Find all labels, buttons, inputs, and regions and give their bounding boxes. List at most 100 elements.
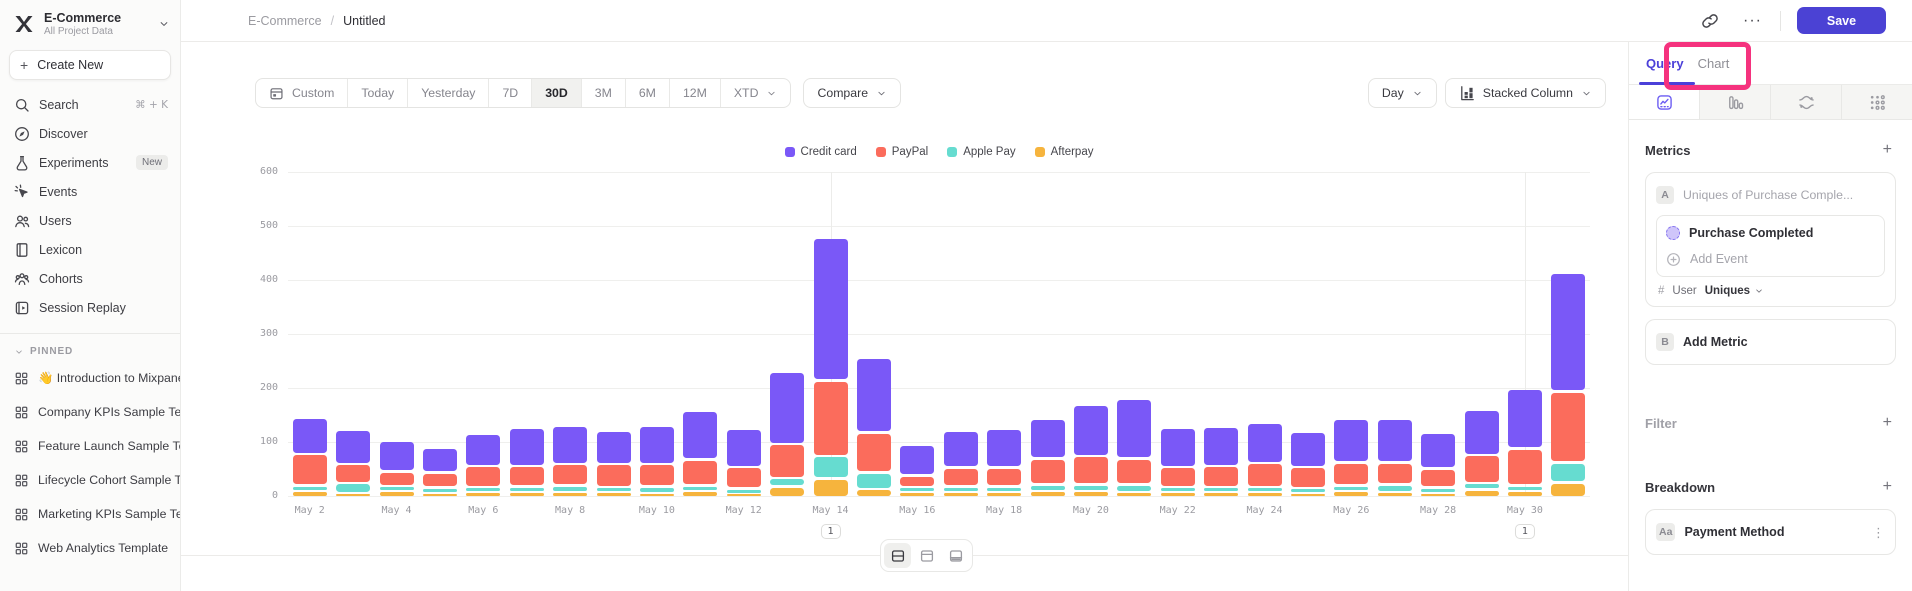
bar-segment-credit-card[interactable] (423, 449, 457, 471)
sidebar-item-users[interactable]: Users (0, 206, 180, 235)
range-30d[interactable]: 30D (531, 79, 581, 107)
bar-segment-apple-pay[interactable] (814, 457, 848, 477)
bar-segment-apple-pay[interactable] (944, 488, 978, 491)
add-metric-card[interactable]: B Add Metric (1645, 319, 1896, 365)
legend-item-afterpay[interactable]: Afterpay (1035, 146, 1094, 158)
bar-segment-apple-pay[interactable] (510, 488, 544, 491)
annotation-badge[interactable]: 1 (1515, 524, 1535, 539)
bar-segment-afterpay[interactable] (727, 494, 761, 497)
bar-segment-afterpay[interactable] (1508, 492, 1542, 496)
bar-segment-paypal[interactable] (987, 469, 1021, 485)
copy-link-icon[interactable] (1701, 12, 1719, 30)
bar-segment-paypal[interactable] (510, 467, 544, 485)
bar-segment-apple-pay[interactable] (857, 474, 891, 488)
bar-segment-afterpay[interactable] (683, 492, 717, 496)
bar-segment-credit-card[interactable] (1248, 424, 1282, 462)
range-custom[interactable]: Custom (256, 79, 347, 107)
bar-segment-apple-pay[interactable] (1508, 487, 1542, 490)
bar-segment-paypal[interactable] (1248, 464, 1282, 486)
create-new-button[interactable]: + Create New (9, 50, 171, 80)
bar-segment-paypal[interactable] (640, 465, 674, 485)
bar-segment-afterpay[interactable] (597, 493, 631, 496)
layout-bottom-button[interactable] (942, 543, 969, 568)
bar-segment-afterpay[interactable] (1204, 493, 1238, 496)
pinned-item[interactable]: Feature Launch Sample Templa (0, 429, 180, 463)
add-metric-plus-button[interactable]: + (1879, 140, 1896, 160)
bar-segment-apple-pay[interactable] (293, 487, 327, 490)
sidebar-item-cohorts[interactable]: Cohorts (0, 264, 180, 293)
range-6m[interactable]: 6M (625, 79, 669, 107)
bar-segment-credit-card[interactable] (1421, 434, 1455, 468)
bar-segment-credit-card[interactable] (987, 430, 1021, 466)
sidebar-item-lexicon[interactable]: Lexicon (0, 235, 180, 264)
add-breakdown-button[interactable]: + (1879, 477, 1896, 497)
legend-item-credit-card[interactable]: Credit card (785, 146, 857, 158)
bar-segment-apple-pay[interactable] (683, 487, 717, 490)
bar-segment-credit-card[interactable] (597, 432, 631, 463)
sidebar-item-search[interactable]: Search⌘ + K (0, 90, 180, 119)
bar-segment-credit-card[interactable] (1508, 390, 1542, 447)
bar-segment-afterpay[interactable] (293, 492, 327, 496)
bar-segment-afterpay[interactable] (1334, 492, 1368, 496)
bar-segment-afterpay[interactable] (1248, 493, 1282, 496)
report-type-insights[interactable] (1629, 85, 1699, 119)
bar-segment-afterpay[interactable] (1465, 491, 1499, 496)
report-type-flows[interactable] (1770, 85, 1841, 119)
bar-segment-afterpay[interactable] (944, 493, 978, 496)
report-type-funnels[interactable] (1699, 85, 1770, 119)
pinned-item[interactable]: Lifecycle Cohort Sample Temp (0, 463, 180, 497)
bar-segment-paypal[interactable] (727, 468, 761, 487)
add-event-row[interactable]: Add Event (1666, 246, 1875, 272)
bar-segment-paypal[interactable] (1074, 457, 1108, 483)
bar-segment-apple-pay[interactable] (727, 490, 761, 493)
bar-segment-paypal[interactable] (770, 445, 804, 477)
bar-segment-paypal[interactable] (597, 465, 631, 486)
bar-segment-afterpay[interactable] (423, 494, 457, 497)
bar-segment-afterpay[interactable] (510, 493, 544, 496)
bar-segment-afterpay[interactable] (640, 494, 674, 497)
report-type-retention[interactable] (1841, 85, 1912, 119)
pinned-item[interactable]: Web Analytics Template (0, 531, 180, 565)
bar-segment-credit-card[interactable] (770, 373, 804, 443)
bar-segment-afterpay[interactable] (1291, 494, 1325, 497)
bar-segment-apple-pay[interactable] (466, 488, 500, 491)
layout-top-button[interactable] (913, 543, 940, 568)
bar-segment-paypal[interactable] (1465, 456, 1499, 482)
bar-segment-paypal[interactable] (944, 469, 978, 485)
legend-item-apple-pay[interactable]: Apple Pay (947, 146, 1015, 158)
bar-segment-apple-pay[interactable] (1551, 464, 1585, 481)
more-options-button[interactable]: ··· (1743, 16, 1762, 26)
bar-segment-paypal[interactable] (466, 467, 500, 486)
bar-segment-credit-card[interactable] (1465, 411, 1499, 454)
breadcrumb-project[interactable]: E-Commerce (248, 14, 322, 28)
bar-segment-credit-card[interactable] (553, 427, 587, 463)
bar-segment-afterpay[interactable] (380, 492, 414, 496)
bar-segment-paypal[interactable] (683, 461, 717, 484)
bar-segment-afterpay[interactable] (1551, 484, 1585, 496)
sidebar-item-discover[interactable]: Discover (0, 119, 180, 148)
bar-segment-apple-pay[interactable] (1074, 486, 1108, 490)
bar-segment-apple-pay[interactable] (380, 487, 414, 490)
bar-segment-paypal[interactable] (900, 477, 934, 486)
event-row[interactable]: Purchase Completed (1666, 220, 1875, 246)
bar-segment-paypal[interactable] (857, 434, 891, 471)
bar-segment-apple-pay[interactable] (1117, 486, 1151, 491)
bar-segment-credit-card[interactable] (510, 429, 544, 464)
bar-segment-credit-card[interactable] (1161, 429, 1195, 465)
pinned-item[interactable]: Company KPIs Sample Templat (0, 395, 180, 429)
tab-query[interactable]: Query (1646, 56, 1684, 71)
bar-segment-afterpay[interactable] (1074, 492, 1108, 496)
bar-segment-apple-pay[interactable] (1378, 486, 1412, 491)
bar-segment-afterpay[interactable] (1378, 493, 1412, 496)
kebab-menu-icon[interactable]: ⋮ (1872, 526, 1885, 539)
bar-segment-paypal[interactable] (1117, 460, 1151, 483)
bar-segment-credit-card[interactable] (1378, 420, 1412, 461)
bar-segment-credit-card[interactable] (380, 442, 414, 470)
breadcrumb-report-title[interactable]: Untitled (343, 14, 385, 28)
bar-segment-credit-card[interactable] (1551, 274, 1585, 390)
bar-segment-paypal[interactable] (1508, 450, 1542, 484)
range-today[interactable]: Today (347, 79, 407, 107)
bar-segment-paypal[interactable] (1291, 468, 1325, 487)
bar-segment-apple-pay[interactable] (1031, 486, 1065, 490)
bar-segment-credit-card[interactable] (1074, 406, 1108, 455)
